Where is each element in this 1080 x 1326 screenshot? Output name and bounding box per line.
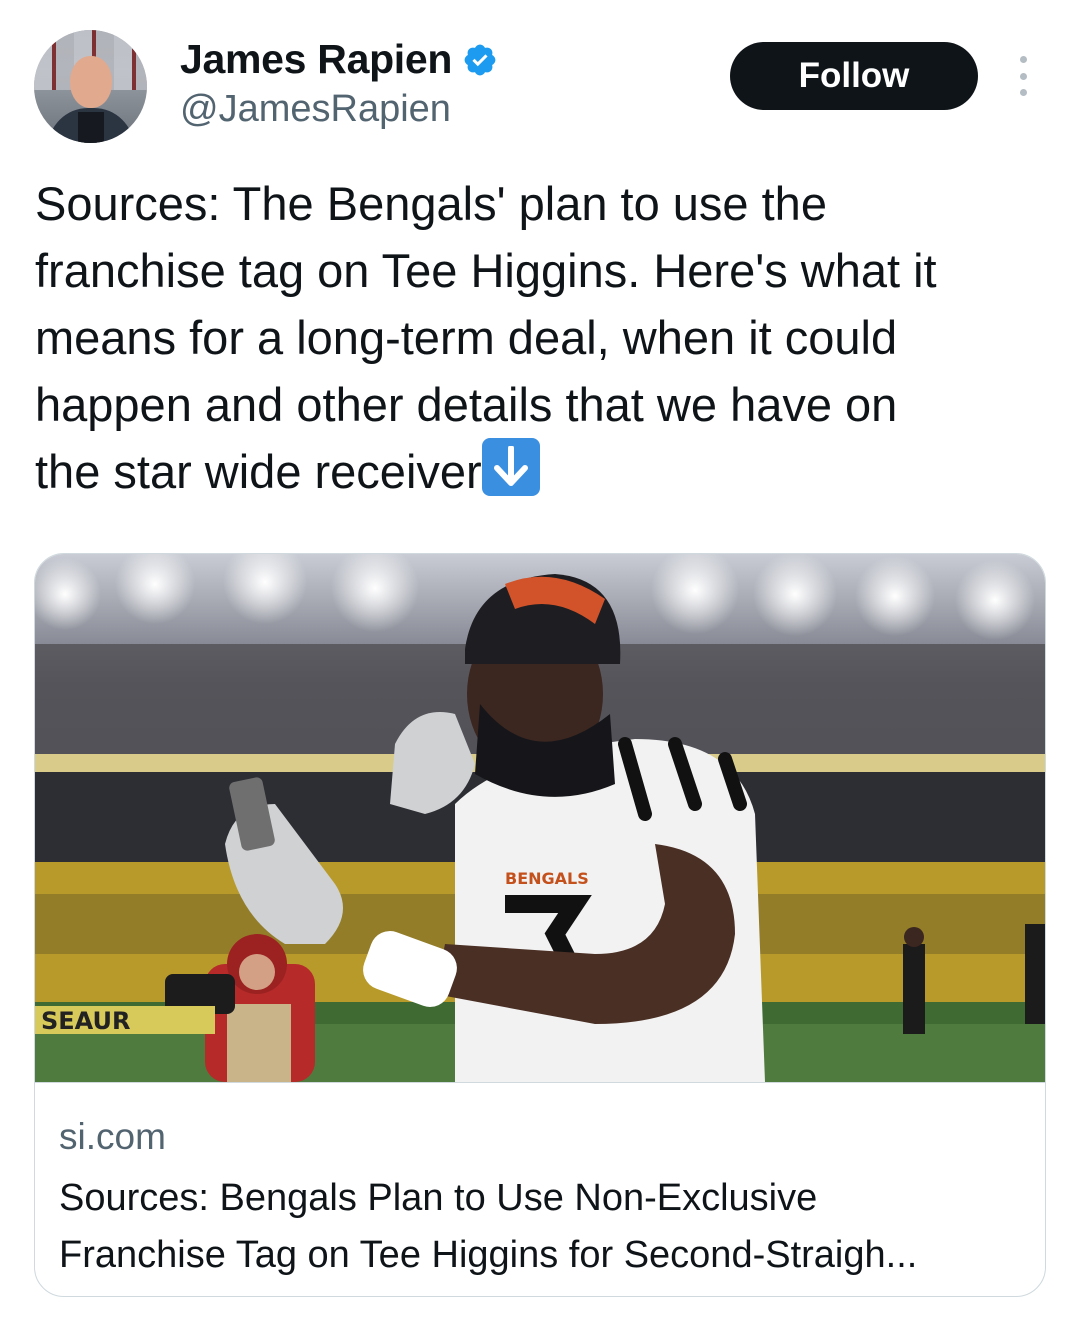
article-photo[interactable]: BENGALS SEAUR xyxy=(35,554,1046,1082)
avatar-shirt xyxy=(78,112,104,143)
card-title: Sources: Bengals Plan to Use Non-Exclusi… xyxy=(59,1170,1024,1284)
avatar-head xyxy=(70,56,112,108)
card-title-line-2: Franchise Tag on Tee Higgins for Second-… xyxy=(59,1234,918,1276)
card-domain: si.com xyxy=(59,1116,166,1157)
link-preview-card[interactable]: BENGALS SEAUR si.com Sources: Bengals Pl… xyxy=(34,553,1046,1297)
more-dot xyxy=(1019,72,1027,80)
card-divider xyxy=(35,1082,1045,1083)
svg-text:SEAUR: SEAUR xyxy=(41,1007,130,1035)
author-name-row: James Rapien xyxy=(180,36,498,83)
author-handle[interactable]: @JamesRapien xyxy=(180,88,451,131)
more-options-icon[interactable] xyxy=(1008,56,1038,96)
down-arrow-emoji-icon xyxy=(481,438,540,496)
more-dot xyxy=(1019,89,1027,96)
follow-button[interactable]: Follow xyxy=(730,42,978,110)
author-display-name[interactable]: James Rapien xyxy=(180,36,452,83)
card-title-line-1: Sources: Bengals Plan to Use Non-Exclusi… xyxy=(59,1177,818,1219)
svg-text:BENGALS: BENGALS xyxy=(505,869,589,888)
more-dot xyxy=(1019,56,1027,63)
author-avatar[interactable] xyxy=(34,30,147,143)
verified-badge-icon xyxy=(464,44,496,75)
tweet-body: Sources: The Bengals' plan to use the fr… xyxy=(35,170,1050,505)
